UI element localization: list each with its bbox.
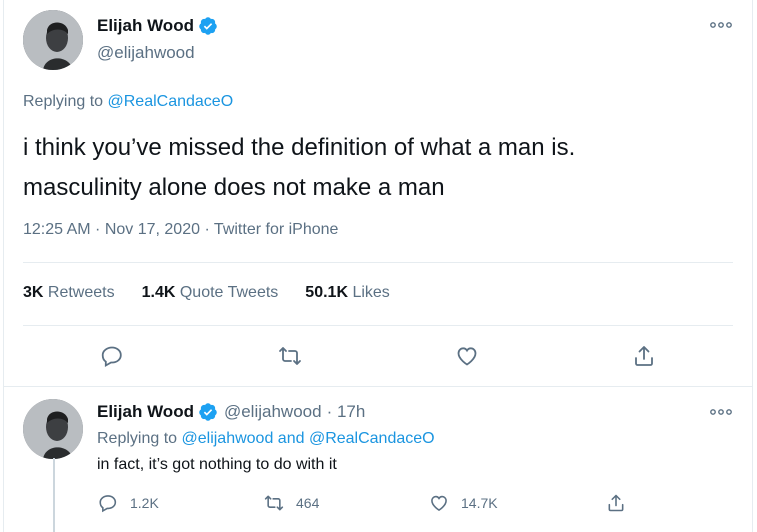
avatar[interactable]	[23, 10, 83, 70]
replying-and: and	[273, 430, 309, 447]
quote-tweets-stat[interactable]: 1.4K Quote Tweets	[142, 284, 279, 302]
like-button[interactable]: 14.7K	[429, 493, 498, 513]
replying-prefix: Replying to	[23, 93, 108, 110]
retweet-button[interactable]	[276, 342, 304, 370]
like-count: 14.7K	[461, 495, 498, 511]
reply-replying-to: Replying to @elijahwood and @RealCandace…	[97, 430, 435, 448]
tweet-timestamp[interactable]: 12:25 AM · Nov 17, 2020 · Twitter for iP…	[23, 221, 338, 239]
reply-button[interactable]	[98, 342, 126, 370]
like-icon	[457, 347, 477, 366]
like-icon	[431, 495, 447, 512]
divider	[23, 325, 733, 326]
thread-line	[53, 458, 55, 532]
tweet-time[interactable]: · 17h	[327, 402, 366, 422]
likes-stat[interactable]: 50.1K Likes	[305, 284, 390, 302]
timeline-border-right	[752, 0, 753, 532]
avatar[interactable]	[23, 399, 83, 459]
reply-button[interactable]: 1.2K	[98, 493, 159, 513]
author-name[interactable]: Elijah Wood	[97, 402, 194, 422]
author-handle[interactable]: @elijahwood	[97, 43, 195, 63]
replying-to-link[interactable]: @RealCandaceO	[309, 430, 435, 447]
replying-to: Replying to @RealCandaceO	[23, 93, 233, 111]
share-icon	[635, 346, 653, 366]
timeline-border-left	[3, 0, 4, 532]
more-icon[interactable]	[709, 402, 733, 422]
share-icon	[608, 494, 624, 512]
replying-to-link[interactable]: @RealCandaceO	[108, 93, 234, 110]
author-name[interactable]: Elijah Wood	[97, 16, 194, 36]
share-button[interactable]	[630, 342, 658, 370]
tweet-text-line: masculinity alone does not make a man	[23, 174, 445, 201]
retweet-icon	[279, 347, 301, 365]
replying-prefix: Replying to	[97, 430, 182, 447]
more-icon[interactable]	[709, 15, 733, 35]
retweet-button[interactable]: 464	[264, 493, 319, 513]
reply-count: 1.2K	[130, 495, 159, 511]
divider	[3, 386, 753, 387]
verified-badge-icon	[198, 16, 218, 36]
tweet-text: i think you’ve missed the definition of …	[23, 128, 743, 208]
author-handle[interactable]: @elijahwood	[224, 402, 322, 422]
engagement-stats: 3K Retweets 1.4K Quote Tweets 50.1K Like…	[23, 284, 417, 302]
divider	[23, 262, 733, 263]
tweet-text-line: i think you’ve missed the definition of …	[23, 134, 576, 161]
reply-author-row: Elijah Wood @elijahwood · 17h	[97, 402, 365, 422]
like-button[interactable]	[453, 342, 481, 370]
author-name-row: Elijah Wood	[97, 16, 218, 36]
verified-badge-icon	[198, 402, 218, 422]
reply-tweet-text: in fact, it’s got nothing to do with it	[97, 456, 337, 473]
retweet-count: 464	[296, 495, 320, 511]
retweet-icon	[264, 495, 284, 511]
share-button[interactable]	[606, 493, 638, 513]
retweets-stat[interactable]: 3K Retweets	[23, 284, 115, 302]
reply-icon	[99, 495, 117, 513]
replying-to-link[interactable]: @elijahwood	[182, 430, 274, 447]
reply-icon	[101, 346, 122, 368]
